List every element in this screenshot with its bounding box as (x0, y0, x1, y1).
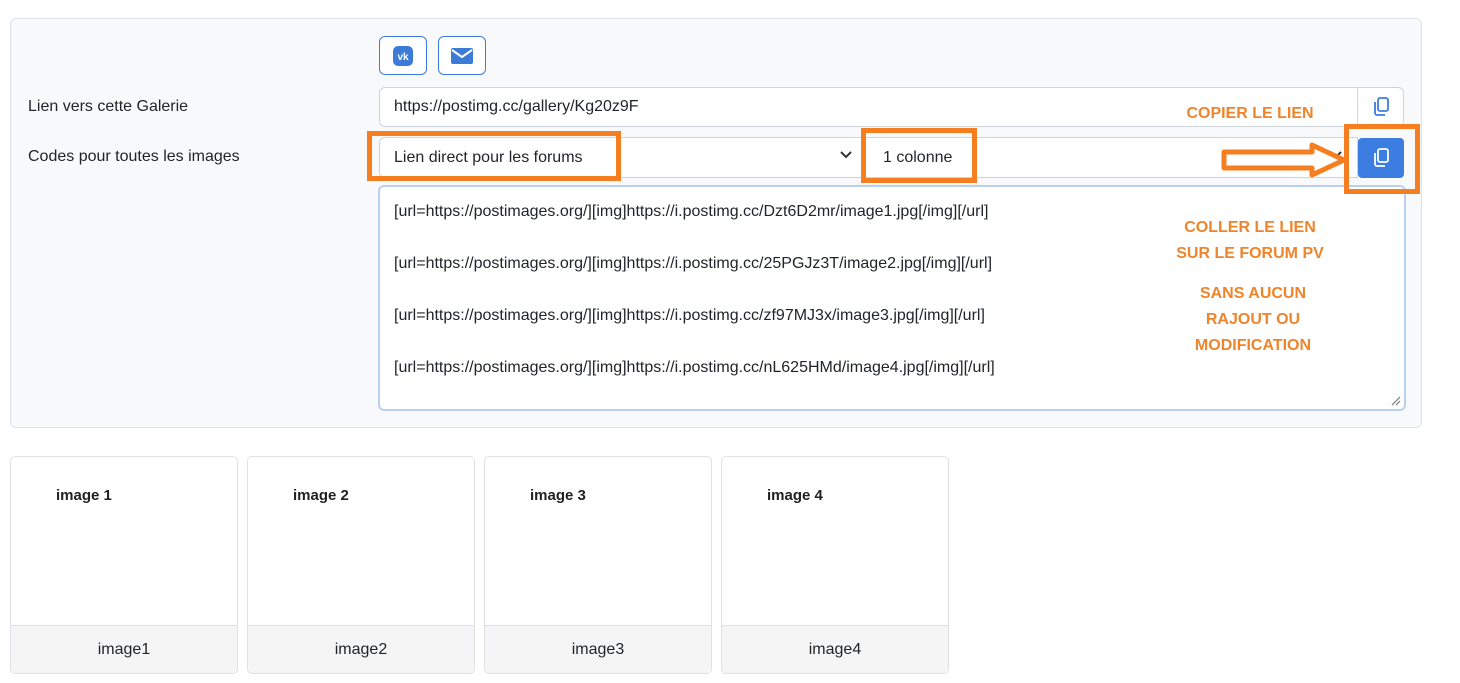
highlight-copy-button (1344, 124, 1420, 194)
arrow-right-icon (1221, 142, 1347, 178)
annotation-no-change-line1: SANS AUCUN (1199, 285, 1307, 302)
highlight-code-type (367, 131, 621, 181)
thumbnail-card[interactable]: image 2 image2 (247, 456, 475, 674)
code-line: [url=https://postimages.org/][img]https:… (394, 359, 995, 376)
svg-text:vk: vk (397, 52, 409, 63)
copy-link-button[interactable] (1357, 87, 1404, 127)
resize-handle-icon[interactable] (1389, 394, 1401, 406)
thumbnail-caption: image3 (485, 625, 711, 673)
vk-share-button[interactable]: vk (379, 36, 427, 75)
annotation-no-change-line2: RAJOUT OU (1205, 311, 1301, 328)
highlight-columns (861, 128, 977, 183)
annotation-no-change-line3: MODIFICATION (1194, 337, 1312, 354)
codes-label: Codes pour toutes les images (28, 148, 240, 165)
thumbnail-image-text: image 4 (767, 487, 823, 504)
thumbnail-image-text: image 1 (56, 487, 112, 504)
thumbnail-card[interactable]: image 3 image3 (484, 456, 712, 674)
annotation-copy-link: COPIER LE LIEN (1186, 105, 1314, 122)
thumbnail-image-text: image 3 (530, 487, 586, 504)
annotation-paste-line1: COLLER LE LIEN (1184, 219, 1316, 236)
vk-icon: vk (393, 45, 413, 66)
thumbnail-caption: image4 (722, 625, 948, 673)
email-icon (451, 47, 473, 64)
thumbnail-caption: image2 (248, 625, 474, 673)
thumbnail-image-text: image 2 (293, 487, 349, 504)
copy-icon (1373, 97, 1389, 116)
chevron-down-icon (840, 151, 852, 159)
thumbnail-card[interactable]: image 1 image1 (10, 456, 238, 674)
thumbnail-caption: image1 (11, 625, 237, 673)
thumbnail-card[interactable]: image 4 image4 (721, 456, 949, 674)
gallery-link-label: Lien vers cette Galerie (28, 98, 189, 115)
email-share-button[interactable] (438, 36, 486, 75)
annotation-paste-line2: SUR LE FORUM PV (1176, 245, 1324, 262)
